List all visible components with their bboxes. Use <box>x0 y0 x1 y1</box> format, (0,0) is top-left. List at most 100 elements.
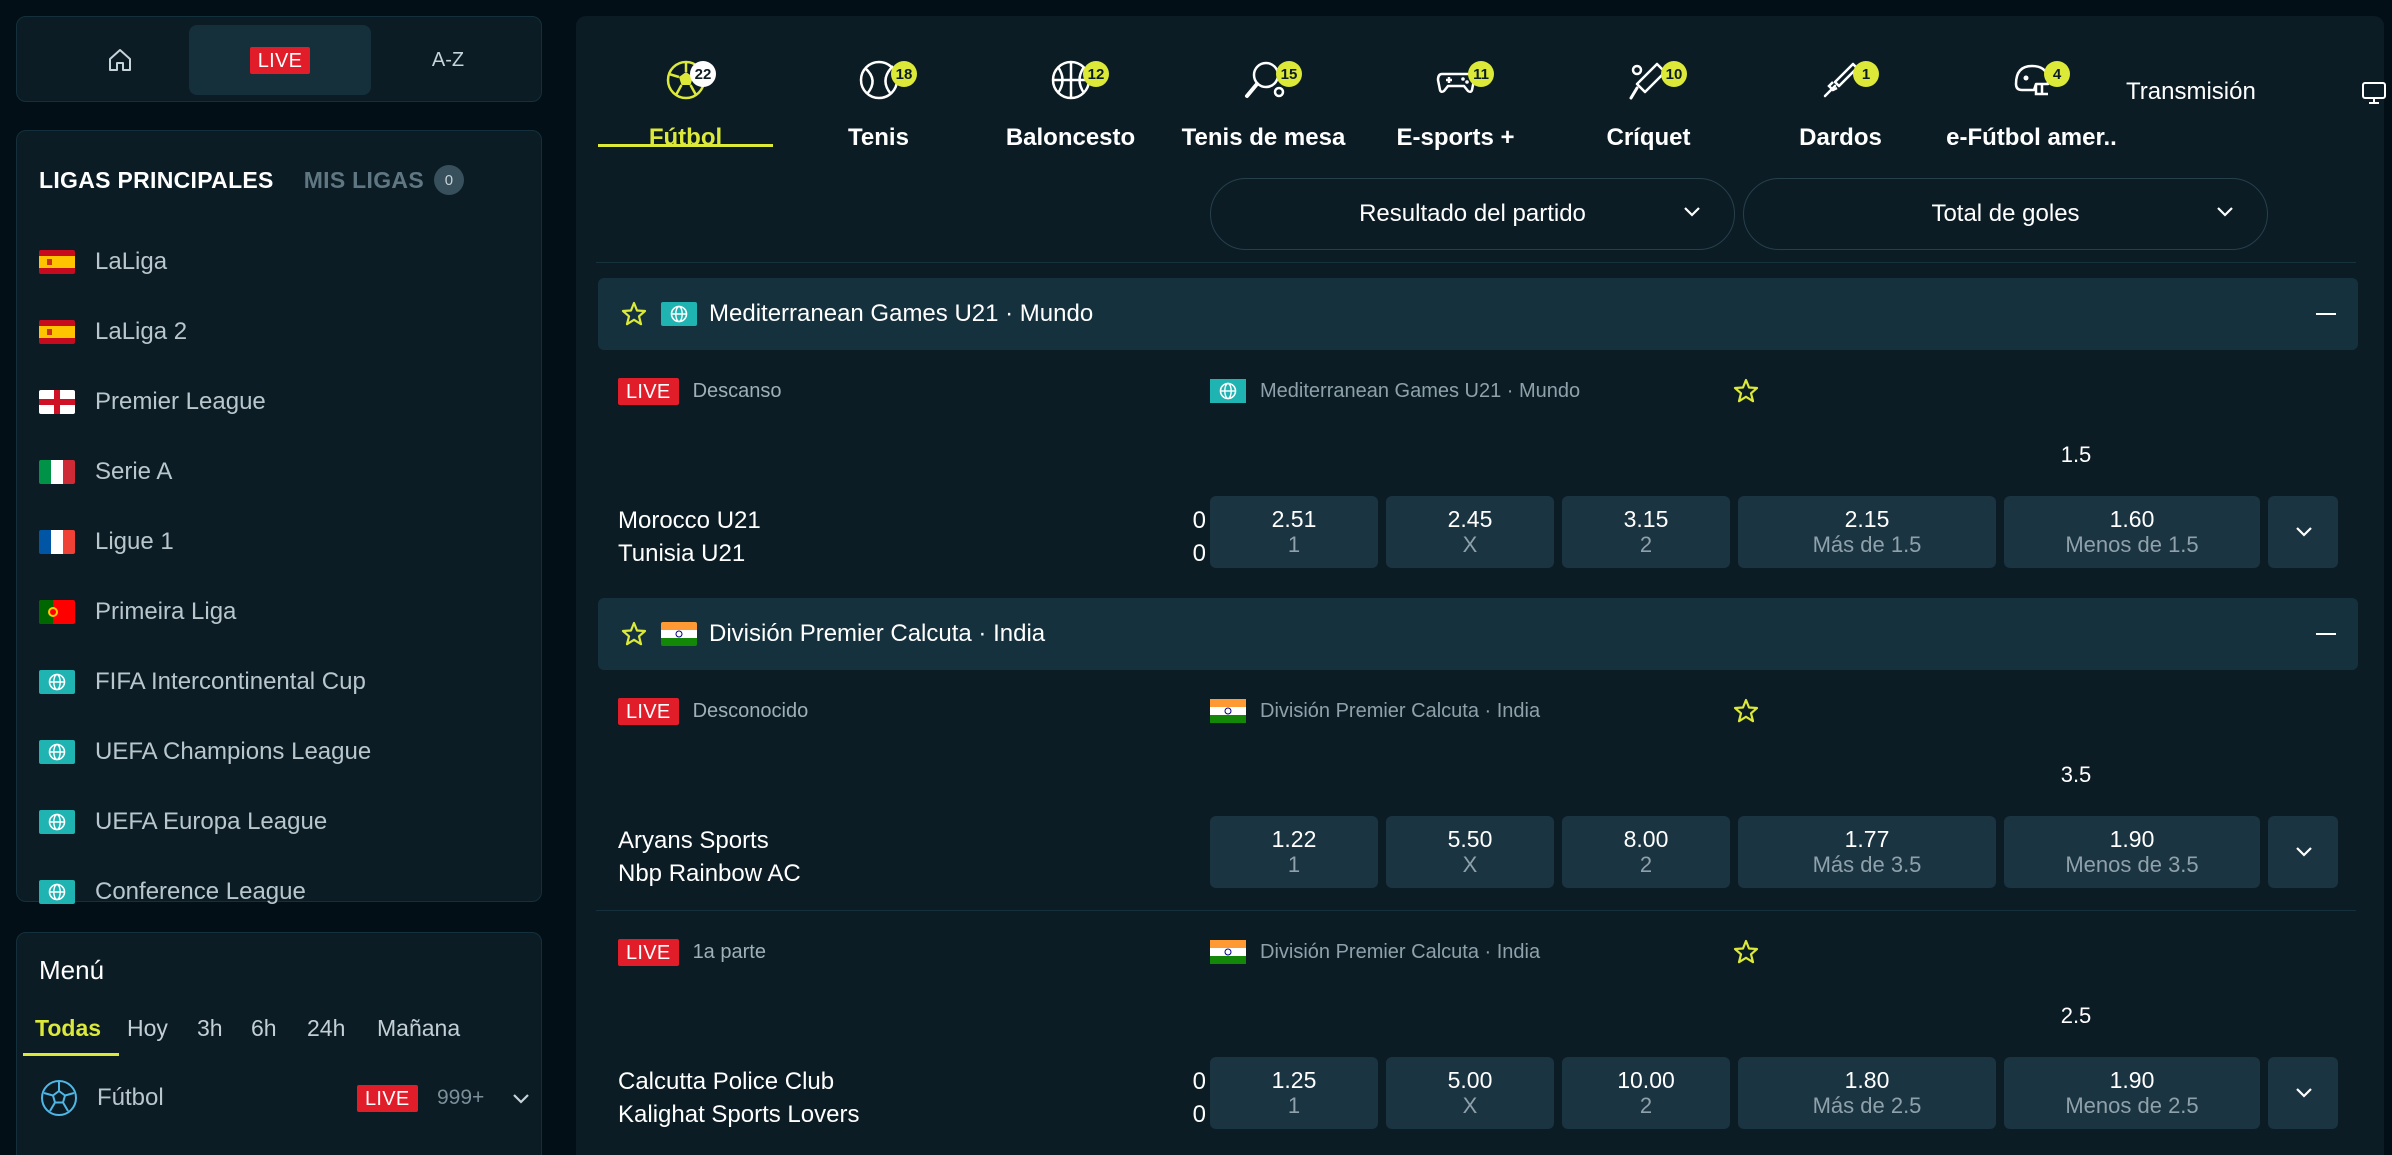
league-name: LaLiga 2 <box>95 318 188 345</box>
odd-button-over[interactable]: 1.80 Más de 2.5 <box>1738 1057 1996 1129</box>
league-name: UEFA Europa League <box>95 808 328 835</box>
tab-main-leagues[interactable]: LIGAS PRINCIPALES <box>39 167 274 194</box>
expand-markets-button[interactable] <box>2268 816 2338 888</box>
tab-tenis[interactable]: 18 Tenis <box>791 36 966 151</box>
competition-header[interactable]: Mediterranean Games U21 · Mundo <box>598 278 2358 350</box>
star-icon[interactable] <box>620 620 648 648</box>
odd-value: 2.45 <box>1447 506 1493 532</box>
league-item-fifa-intercontinental-cup[interactable]: FIFA Intercontinental Cup <box>39 657 366 707</box>
tab-futbol[interactable]: 22 Fútbol <box>598 36 773 151</box>
home-team[interactable]: Calcutta Police Club <box>618 1068 834 1096</box>
total-line: 3.5 <box>2060 762 2092 787</box>
streaming-label: Transmisión <box>2126 78 2256 105</box>
live-badge: LIVE <box>618 938 679 966</box>
filter-6h[interactable]: 6h <box>251 1015 277 1042</box>
odd-label: X <box>1462 1093 1478 1118</box>
home-button[interactable] <box>29 25 211 95</box>
odd-button-1[interactable]: 1.22 1 <box>1210 816 1378 888</box>
chevron-down-icon <box>2296 1088 2312 1098</box>
home-team[interactable]: Aryans Sports <box>618 827 769 855</box>
odd-button-x[interactable]: 5.00 X <box>1386 1057 1554 1129</box>
odd-value: 3.15 <box>1623 506 1669 532</box>
main-panel: 22 Fútbol 18 Tenis 12 Baloncesto 15 Teni… <box>576 16 2386 1155</box>
tab-label: E-sports + <box>1396 124 1515 151</box>
star-icon[interactable] <box>1732 697 1760 725</box>
odd-button-2[interactable]: 10.00 2 <box>1562 1057 1730 1129</box>
az-nav-button[interactable]: A-Z <box>357 25 539 95</box>
expand-markets-button[interactable] <box>2268 496 2338 568</box>
filter-3h[interactable]: 3h <box>197 1015 223 1042</box>
competition-title: División Premier Calcuta · India <box>709 620 1046 647</box>
star-icon[interactable] <box>1732 938 1760 966</box>
tab-count-badge: 1 <box>1853 61 1879 87</box>
tab-dardos[interactable]: 1 Dardos <box>1753 36 1928 151</box>
collapse-icon[interactable] <box>2316 633 2336 635</box>
odd-button-x[interactable]: 2.45 X <box>1386 496 1554 568</box>
home-team[interactable]: Morocco U21 <box>618 507 761 535</box>
odd-button-2[interactable]: 3.15 2 <box>1562 496 1730 568</box>
league-item-primeira-liga[interactable]: Primeira Liga <box>39 587 236 637</box>
odd-button-x[interactable]: 5.50 X <box>1386 816 1554 888</box>
competition-header[interactable]: División Premier Calcuta · India <box>598 598 2358 670</box>
world-globe-icon <box>39 740 75 764</box>
odd-button-over[interactable]: 2.15 Más de 1.5 <box>1738 496 1996 568</box>
star-icon[interactable] <box>620 300 648 328</box>
market-total-goals-dropdown[interactable]: Total de goles <box>1743 178 2268 250</box>
away-team[interactable]: Kalighat Sports Lovers <box>618 1101 859 1129</box>
match-status: Desconocido <box>692 699 809 722</box>
odd-button-1[interactable]: 2.51 1 <box>1210 496 1378 568</box>
tab-e-sports[interactable]: 11 E-sports + <box>1368 36 1543 151</box>
odd-value: 1.25 <box>1271 1067 1317 1093</box>
filter-24h[interactable]: 24h <box>307 1015 345 1042</box>
tab-tenis-de-mesa[interactable]: 15 Tenis de mesa <box>1176 36 1351 151</box>
league-item-ligue-1[interactable]: Ligue 1 <box>39 517 174 567</box>
away-team[interactable]: Nbp Rainbow AC <box>618 860 801 888</box>
tab-baloncesto[interactable]: 12 Baloncesto <box>983 36 1158 151</box>
event-competition: División Premier Calcuta · India <box>1210 937 1540 967</box>
tab-e-futbol-americano[interactable]: 4 e-Fútbol amer.. <box>1944 36 2119 151</box>
filter-hoy[interactable]: Hoy <box>127 1015 168 1042</box>
odd-button-1[interactable]: 1.25 1 <box>1210 1057 1378 1129</box>
odd-button-over[interactable]: 1.77 Más de 3.5 <box>1738 816 1996 888</box>
dropdown-label: Resultado del partido <box>1359 200 1586 227</box>
tab-label: Tenis <box>848 124 909 151</box>
event-status: LIVE Descanso <box>618 376 782 406</box>
league-item-laliga[interactable]: LaLiga <box>39 237 167 287</box>
chevron-down-icon[interactable] <box>511 1091 531 1105</box>
tv-icon <box>2362 82 2386 104</box>
odd-label: Menos de 2.5 <box>2065 1093 2199 1118</box>
world-globe-icon <box>39 810 75 834</box>
soccer-ball-icon <box>41 1080 77 1116</box>
league-name: LaLiga <box>95 248 168 275</box>
league-item-uefa-europa-league[interactable]: UEFA Europa League <box>39 797 327 847</box>
odd-button-under[interactable]: 1.60 Menos de 1.5 <box>2004 496 2260 568</box>
collapse-icon[interactable] <box>2316 313 2336 315</box>
expand-markets-button[interactable] <box>2268 1057 2338 1129</box>
market-result-dropdown[interactable]: Resultado del partido <box>1210 178 1735 250</box>
league-item-premier-league[interactable]: Premier League <box>39 377 266 427</box>
tab-criquet[interactable]: 10 Críquet <box>1561 36 1736 151</box>
away-team[interactable]: Tunisia U21 <box>618 540 745 568</box>
league-item-serie-a[interactable]: Serie A <box>39 447 172 497</box>
league-item-uefa-champions-league[interactable]: UEFA Champions League <box>39 727 371 777</box>
odd-value: 2.15 <box>1844 506 1890 532</box>
menu-sport-futbol[interactable]: Fútbol LIVE 999+ <box>39 1073 529 1123</box>
tab-label: Dardos <box>1799 124 1882 151</box>
menu-sport-name: Fútbol <box>97 1084 164 1111</box>
tab-my-leagues[interactable]: MIS LIGAS <box>304 167 424 194</box>
live-nav-button[interactable]: LIVE <box>189 25 371 95</box>
league-item-laliga-2[interactable]: LaLiga 2 <box>39 307 187 357</box>
filter-manana[interactable]: Mañana <box>377 1015 460 1042</box>
odd-label: 1 <box>1287 532 1301 557</box>
tab-label: Baloncesto <box>1005 124 1136 151</box>
odd-button-2[interactable]: 8.00 2 <box>1562 816 1730 888</box>
portugal-flag-icon <box>39 600 75 624</box>
odd-button-under[interactable]: 1.90 Menos de 3.5 <box>2004 816 2260 888</box>
italy-flag-icon <box>39 460 75 484</box>
star-icon[interactable] <box>1732 377 1760 405</box>
league-item-conference-league[interactable]: Conference League <box>39 867 306 917</box>
odd-label: Más de 2.5 <box>1812 1093 1922 1118</box>
dropdown-label: Total de goles <box>1931 200 2080 227</box>
odd-button-under[interactable]: 1.90 Menos de 2.5 <box>2004 1057 2260 1129</box>
filter-todas[interactable]: Todas <box>35 1015 101 1042</box>
